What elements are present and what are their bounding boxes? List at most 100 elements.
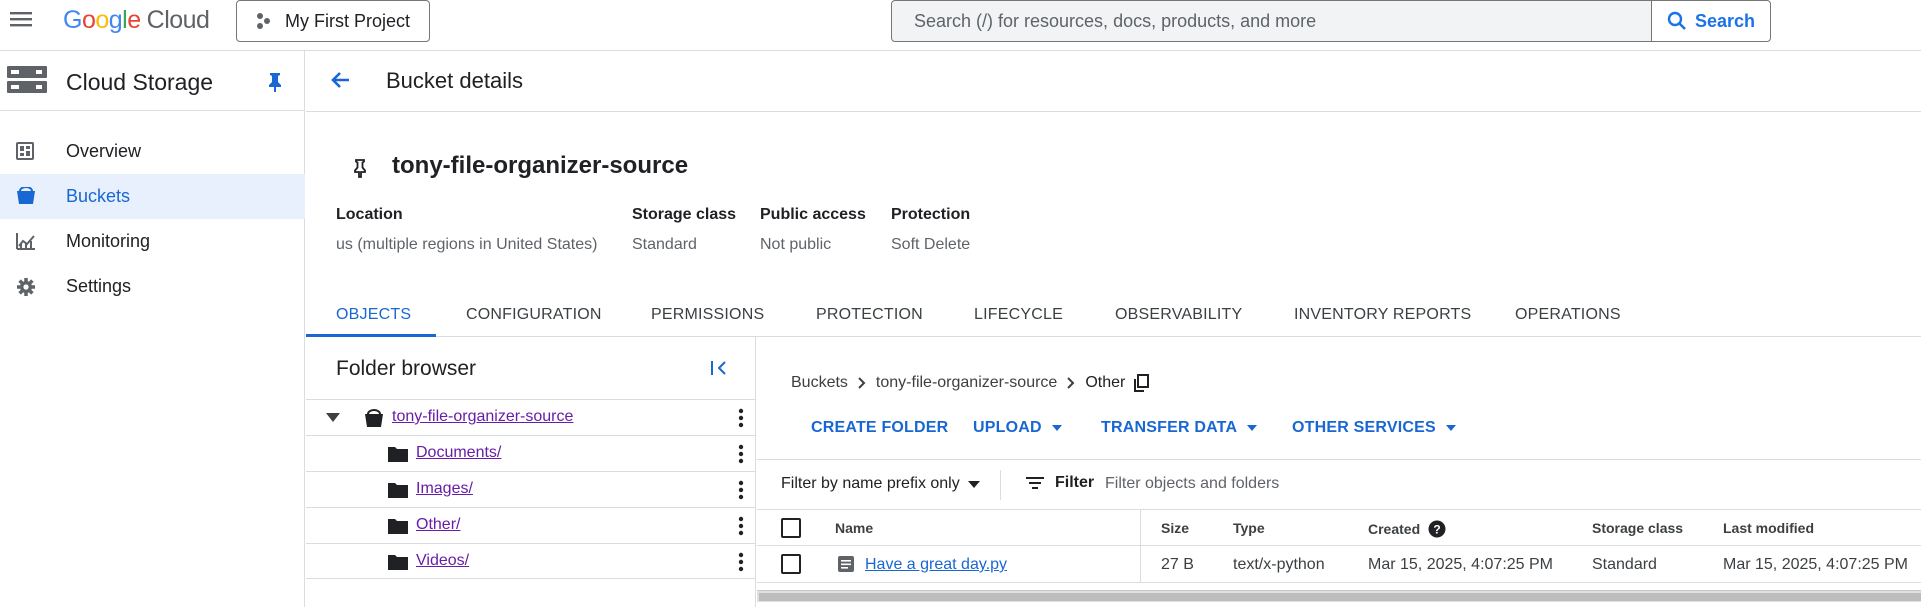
folder-link-other[interactable]: Other/	[416, 516, 460, 534]
filter-bar: Filter by name prefix only Filter Filter…	[757, 459, 1921, 510]
product-header: Cloud Storage	[0, 51, 305, 111]
filter-placeholder: Filter objects and folders	[1105, 475, 1280, 492]
tab-objects[interactable]: OBJECTS	[336, 306, 411, 324]
svg-text:?: ?	[1433, 523, 1440, 537]
filter-mode-select[interactable]: Filter by name prefix only	[781, 475, 980, 493]
upload-button[interactable]: UPLOAD	[973, 419, 1062, 437]
pin-icon[interactable]	[267, 72, 283, 92]
help-icon[interactable]: ?	[1428, 520, 1446, 538]
folder-tree-item[interactable]: Documents/	[306, 435, 756, 471]
caret-down-icon[interactable]	[326, 413, 340, 422]
logo-google-text: Google	[63, 6, 141, 34]
gear-icon	[16, 277, 36, 297]
table-row[interactable]: Have a great day.py 27 B text/x-python M…	[757, 546, 1921, 583]
page-title: Bucket details	[386, 68, 523, 93]
select-all-checkbox[interactable]	[781, 518, 801, 538]
tab-inventory-reports[interactable]: INVENTORY REPORTS	[1294, 306, 1471, 324]
folder-icon	[388, 554, 408, 570]
folder-tree-item[interactable]: Videos/	[306, 543, 756, 579]
scrollbar-thumb[interactable]	[759, 593, 1921, 601]
folder-browser: Folder browser tony-file-organizer-sourc…	[306, 337, 756, 607]
column-size[interactable]: Size	[1161, 520, 1189, 536]
breadcrumb-current: Other	[1085, 374, 1126, 391]
sidebar-item-label: Settings	[66, 276, 132, 296]
filter-input[interactable]: Filter objects and folders	[1105, 475, 1279, 493]
object-name-link[interactable]: Have a great day.py	[865, 556, 1007, 574]
tab-operations[interactable]: OPERATIONS	[1515, 306, 1621, 324]
table-header: Name Size Type Created ? Storage class L…	[757, 510, 1921, 546]
breadcrumb-buckets[interactable]: Buckets	[791, 374, 848, 392]
search-button-label: Search	[1694, 10, 1756, 31]
other-services-button[interactable]: OTHER SERVICES	[1292, 419, 1456, 437]
project-icon	[255, 12, 271, 30]
filter-button[interactable]: Filter	[1025, 474, 1094, 492]
object-last-modified: Mar 15, 2025, 4:07:25 PM	[1723, 556, 1908, 573]
root-bucket-link[interactable]: tony-file-organizer-source	[392, 408, 573, 426]
google-cloud-logo[interactable]: Google Cloud	[63, 6, 210, 34]
logo-cloud-text: Cloud	[146, 6, 210, 34]
breadcrumb-bucket[interactable]: tony-file-organizer-source	[876, 374, 1057, 392]
more-vert-icon[interactable]	[738, 552, 744, 572]
chart-icon	[16, 232, 36, 250]
bucket-icon	[16, 187, 36, 205]
folder-link-documents[interactable]: Documents/	[416, 444, 501, 462]
more-vert-icon[interactable]	[738, 480, 744, 500]
dropdown-arrow-icon	[1051, 425, 1062, 431]
tab-configuration[interactable]: CONFIGURATION	[466, 306, 602, 324]
more-vert-icon[interactable]	[738, 444, 744, 464]
folder-link-images[interactable]: Images/	[416, 480, 473, 498]
folder-icon	[388, 446, 408, 462]
folder-tree-item[interactable]: Images/	[306, 471, 756, 507]
filter-list-icon	[1025, 475, 1045, 491]
storage-class-value: Standard	[632, 236, 697, 253]
tab-observability[interactable]: OBSERVABILITY	[1115, 306, 1242, 324]
bucket-name: tony-file-organizer-source	[392, 152, 689, 179]
horizontal-scrollbar[interactable]	[757, 590, 1921, 602]
column-last-modified[interactable]: Last modified	[1723, 520, 1814, 536]
tab-lifecycle[interactable]: LIFECYCLE	[974, 306, 1063, 324]
folder-tree-item[interactable]: Other/	[306, 507, 756, 543]
folder-link-videos[interactable]: Videos/	[416, 552, 469, 570]
sidebar-item-settings[interactable]: Settings	[0, 264, 305, 309]
protection-label: Protection	[891, 206, 971, 223]
chevron-right-icon	[858, 377, 866, 389]
search-input[interactable]: Search (/) for resources, docs, products…	[891, 0, 1652, 42]
other-services-label: OTHER SERVICES	[1292, 419, 1436, 436]
object-type: text/x-python	[1233, 556, 1325, 573]
back-arrow-icon[interactable]	[328, 68, 352, 92]
more-vert-icon[interactable]	[738, 516, 744, 536]
location-label: Location	[336, 206, 403, 223]
chevron-right-icon	[1067, 377, 1075, 389]
copy-icon[interactable]	[1133, 374, 1150, 392]
storage-class-label: Storage class	[632, 206, 737, 223]
page-header: Bucket details	[306, 51, 1921, 112]
search-button[interactable]: Search	[1651, 0, 1771, 42]
object-created: Mar 15, 2025, 4:07:25 PM	[1368, 556, 1553, 573]
sidebar-item-monitoring[interactable]: Monitoring	[0, 219, 305, 264]
transfer-data-button[interactable]: TRANSFER DATA	[1101, 419, 1258, 437]
sidebar-item-label: Monitoring	[66, 231, 151, 251]
row-checkbox[interactable]	[781, 554, 801, 574]
menu-icon[interactable]	[8, 6, 34, 32]
folder-icon	[388, 482, 408, 498]
sidebar-item-label: Buckets	[66, 186, 131, 206]
column-name[interactable]: Name	[835, 520, 873, 536]
folder-tree-root[interactable]: tony-file-organizer-source	[306, 399, 756, 435]
project-picker-button[interactable]: My First Project	[236, 0, 430, 42]
create-folder-button[interactable]: CREATE FOLDER	[811, 419, 948, 437]
create-folder-label: CREATE FOLDER	[811, 419, 949, 436]
tab-permissions[interactable]: PERMISSIONS	[651, 306, 764, 324]
more-vert-icon[interactable]	[738, 408, 744, 428]
sidebar-item-buckets[interactable]: Buckets	[0, 174, 305, 219]
pin-bucket-icon[interactable]	[352, 158, 368, 178]
collapse-panel-icon[interactable]	[710, 359, 728, 377]
column-type[interactable]: Type	[1233, 520, 1265, 536]
location-value: us (multiple regions in United States)	[336, 236, 598, 253]
column-created[interactable]: Created ?	[1368, 520, 1446, 538]
tab-protection[interactable]: PROTECTION	[816, 306, 923, 324]
column-created-label: Created	[1368, 521, 1421, 537]
column-storage-class[interactable]: Storage class	[1592, 520, 1683, 536]
divider	[1000, 470, 1001, 500]
sidebar-item-overview[interactable]: Overview	[0, 129, 305, 174]
top-bar: Google Cloud My First Project Search (/) …	[0, 0, 1921, 51]
